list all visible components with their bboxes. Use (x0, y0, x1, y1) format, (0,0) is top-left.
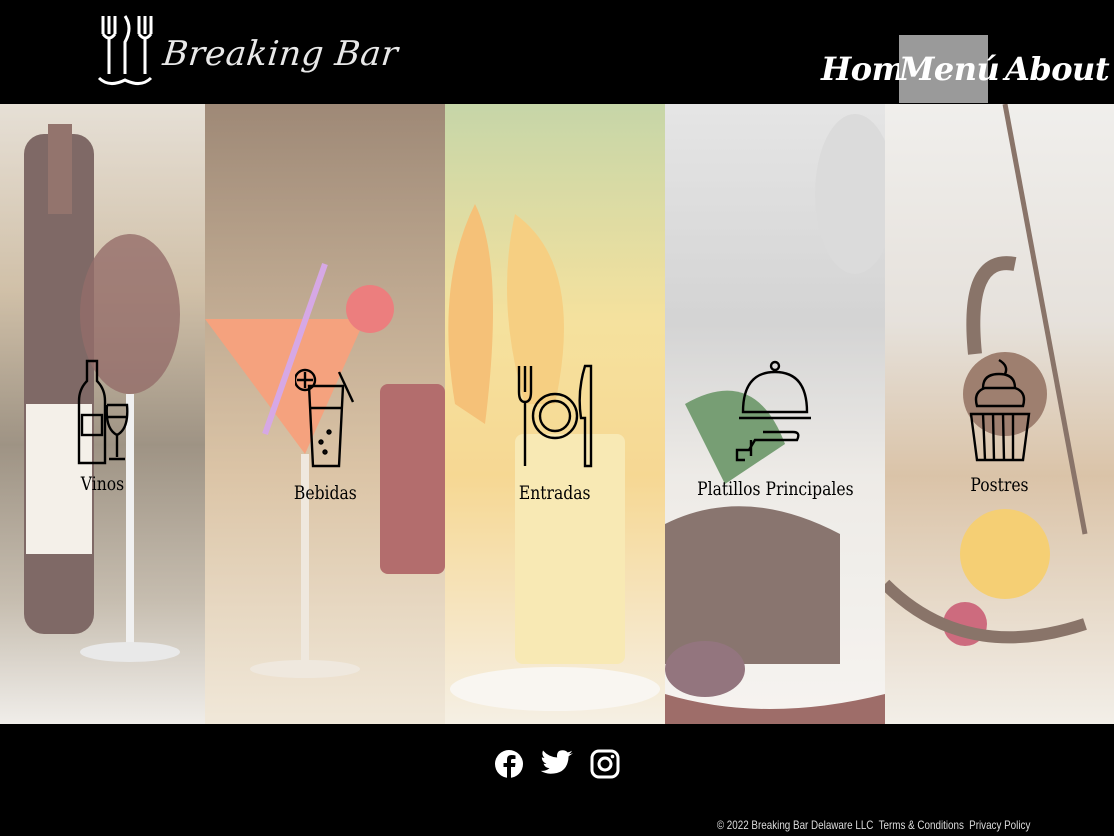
category-label: Entradas (519, 482, 591, 504)
privacy-link[interactable]: Privacy Policy (969, 818, 1030, 832)
cupcake-icon (969, 358, 1030, 462)
instagram-icon[interactable] (588, 744, 622, 784)
category-label: Platillos Principales (696, 478, 854, 500)
brand-name[interactable]: Breaking Bar (161, 34, 400, 74)
category-label: Postres (970, 474, 1029, 496)
nav-menu[interactable]: Menú (899, 35, 1000, 103)
category-panel-postres[interactable]: Postres (885, 104, 1114, 724)
category-content: Vinos (0, 359, 205, 495)
category-label: Bebidas (293, 482, 357, 504)
legal-text: © 2022 Breaking Bar Delaware LLC Terms &… (714, 818, 1030, 832)
category-content: Bebidas (205, 362, 445, 504)
category-panel-vinos[interactable]: Vinos (0, 104, 205, 724)
plate-fork-knife-icon (517, 364, 593, 468)
category-content: Platillos Principales (665, 360, 885, 500)
wine-bottle-glass-icon (77, 359, 128, 465)
site-footer: © 2022 Breaking Bar Delaware LLC Terms &… (0, 724, 1114, 836)
category-label: Vinos (80, 473, 125, 495)
social-links (0, 744, 1114, 784)
facebook-icon[interactable] (492, 744, 526, 784)
category-content: Postres (885, 358, 1114, 496)
category-panel-bebidas[interactable]: Bebidas (205, 104, 445, 724)
nav-home[interactable]: Home (809, 35, 925, 103)
category-panel-platillos-principales[interactable]: Platillos Principales (665, 104, 885, 724)
site-header: Breaking Bar Home Menú About us (0, 0, 1114, 156)
cutlery-logo-icon[interactable] (95, 12, 155, 88)
main-nav: Home Menú About us (809, 35, 1114, 156)
copyright-text: © 2022 Breaking Bar Delaware LLC (716, 818, 874, 832)
category-content: Entradas (445, 362, 665, 504)
menu-categories: Vinos Bebidas Entradas Platillos Princip… (0, 104, 1114, 724)
serving-cloche-icon (735, 360, 811, 462)
twitter-icon[interactable] (540, 744, 574, 784)
nav-about-us[interactable]: About us (988, 35, 1114, 156)
category-panel-entradas[interactable]: Entradas (445, 104, 665, 724)
terms-link[interactable]: Terms & Conditions (878, 818, 963, 832)
cocktail-glass-icon (295, 368, 355, 468)
